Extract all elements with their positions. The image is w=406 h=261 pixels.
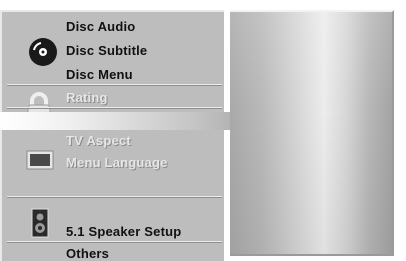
selection-highlight [0,112,230,130]
menu-item-disc-menu[interactable]: Disc Menu [66,67,133,82]
menu-item-menu-language[interactable]: Menu Language [66,155,168,170]
submenu-preview-area [230,10,394,256]
menu-divider [7,84,222,86]
menu-item-speaker-setup[interactable]: 5.1 Speaker Setup [66,224,181,239]
menu-divider [7,241,222,243]
disc-icon [29,38,57,66]
menu-item-rating[interactable]: Rating [66,90,108,105]
menu-divider [7,107,222,109]
menu-item-tv-aspect[interactable]: TV Aspect [66,133,131,148]
menu-item-disc-audio[interactable]: Disc Audio [66,19,135,34]
menu-divider [7,196,222,198]
speaker-icon [31,208,49,238]
menu-item-others[interactable]: Others [66,246,109,261]
menu-item-disc-subtitle[interactable]: Disc Subtitle [66,43,147,58]
tv-screen-icon [26,150,54,170]
setup-screen: Disc Audio Disc Subtitle Disc Menu Ratin… [0,0,406,261]
setup-menu-panel: Disc Audio Disc Subtitle Disc Menu Ratin… [0,10,224,261]
